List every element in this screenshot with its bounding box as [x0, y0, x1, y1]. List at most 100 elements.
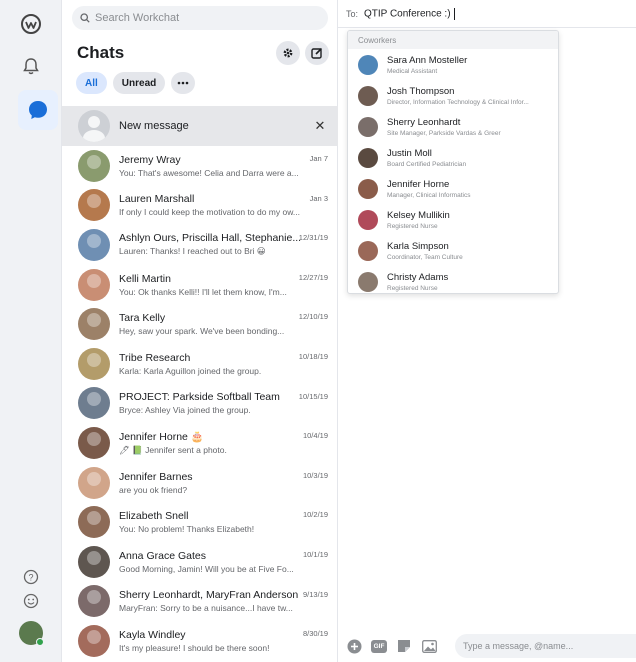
conversation-area: To: QTIP Conference :) Coworkers Sara An… [338, 0, 636, 662]
chat-preview: You: That's awesome! Celia and Darra wer… [119, 167, 299, 178]
recipient-input[interactable]: QTIP Conference :) [364, 7, 455, 20]
gif-button[interactable]: GIF [371, 638, 387, 654]
sticker-button[interactable] [396, 638, 412, 654]
chat-list-item[interactable]: Jennifer Horne 🎂 🖊 📗 Jennifer sent a phot… [62, 423, 338, 463]
gif-icon: GIF [371, 639, 387, 653]
chat-name: PROJECT: Parkside Softball Team [119, 391, 280, 404]
message-input[interactable] [463, 641, 623, 651]
chat-list-item[interactable]: Kayla Windley It's my pleasure! I should … [62, 621, 338, 661]
chat-list-item[interactable]: Sherry Leonhardt, MaryFran Anderson MaryF… [62, 582, 338, 622]
message-input-wrap[interactable] [455, 634, 636, 658]
emoji-status-icon[interactable] [20, 590, 42, 612]
avatar [358, 85, 378, 106]
recipient-bar[interactable]: To: QTIP Conference :) [338, 0, 636, 28]
coworker-role: Coordinator, Team Culture [387, 253, 463, 261]
search-bar[interactable] [72, 6, 328, 30]
chat-name: Lauren Marshall [119, 193, 195, 206]
avatar [78, 308, 110, 341]
coworker-option[interactable]: Josh Thompson Director, Information Techn… [348, 80, 558, 111]
chat-date: 10/3/19 [302, 470, 328, 480]
chat-date: 9/13/19 [302, 589, 328, 599]
chat-list-item[interactable]: PROJECT: Parkside Softball Team Bryce: As… [62, 384, 338, 424]
new-message-label: New message [119, 120, 189, 132]
chat-list-item[interactable]: Lauren Marshall If only I could keep the … [62, 186, 338, 226]
coworker-option[interactable]: Sherry Leonhardt Site Manager, Parkside V… [348, 111, 558, 142]
svg-text:?: ? [28, 573, 33, 583]
filter-all[interactable]: All [76, 72, 107, 94]
chat-name: Tara Kelly [119, 312, 166, 325]
chat-name: Kayla Windley [119, 628, 186, 641]
coworker-role: Director, Information Technology & Clini… [387, 98, 529, 106]
close-icon[interactable]: ✕ [312, 118, 328, 134]
chat-date: 12/10/19 [298, 312, 328, 322]
coworker-option[interactable]: Kelsey Mullikin Registered Nurse [348, 204, 558, 235]
chat-list-item[interactable]: Tara Kelly Hey, saw your spark. We've bee… [62, 304, 338, 344]
coworker-option[interactable]: Karla Simpson Coordinator, Team Culture [348, 235, 558, 266]
chat-name: Elizabeth Snell [119, 510, 189, 523]
photo-button[interactable] [421, 638, 437, 654]
chat-text: PROJECT: Parkside Softball Team Bryce: As… [119, 391, 304, 415]
chat-list: Jeremy Wray You: That's awesome! Celia an… [62, 146, 338, 661]
chats-nav-icon[interactable] [18, 90, 58, 130]
chat-text: Kelli Martin You: Ok thanks Kelli!! I'll … [119, 273, 304, 297]
avatar [358, 271, 378, 292]
coworker-text: Sara Ann Mosteller Medical Assistant [387, 55, 552, 75]
chat-preview: Good Morning, Jamin! Will you be at Five… [119, 563, 294, 574]
chat-date: 10/2/19 [302, 510, 328, 520]
chat-list-item[interactable]: Ashlyn Ours, Priscilla Hall, Stephanie..… [62, 225, 338, 265]
coworker-text: Josh Thompson Director, Information Techn… [387, 86, 552, 106]
chat-list-item[interactable]: Anna Grace Gates Good Morning, Jamin! Wil… [62, 542, 338, 582]
placeholder-avatar-icon [78, 110, 110, 142]
avatar [358, 147, 378, 168]
recipient-value: QTIP Conference :) [364, 8, 451, 20]
chat-date: 8/30/19 [302, 629, 328, 639]
coworker-option[interactable]: Jennifer Horne Manager, Clinical Informat… [348, 173, 558, 204]
chat-text: Ashlyn Ours, Priscilla Hall, Stephanie..… [119, 232, 304, 257]
chat-text: Lauren Marshall If only I could keep the … [119, 193, 304, 217]
chat-name: Ashlyn Ours, Priscilla Hall, Stephanie..… [119, 232, 302, 245]
panel-title: Chats [77, 43, 125, 62]
chat-name: Kelli Martin [119, 272, 171, 285]
avatar [78, 585, 110, 618]
chat-list-item[interactable]: Tribe Research Karla: Karla Aguillon join… [62, 344, 338, 384]
left-rail: ? [0, 0, 62, 662]
chat-name: Sherry Leonhardt, MaryFran Anderson [119, 589, 299, 602]
coworker-text: Karla Simpson Coordinator, Team Culture [387, 241, 552, 261]
filter-unread[interactable]: Unread [112, 72, 166, 94]
compose-icon [311, 47, 323, 59]
coworker-name: Justin Moll [387, 147, 432, 159]
coworker-role: Site Manager, Parkside Vardas & Greer [387, 129, 501, 137]
workplace-logo-icon[interactable] [15, 8, 47, 40]
new-message-button[interactable] [305, 41, 329, 65]
notifications-bell-icon[interactable] [15, 50, 47, 82]
avatar [358, 240, 378, 261]
chat-date: Jan 3 [309, 193, 328, 203]
chat-date: 10/1/19 [302, 549, 328, 559]
chat-list-item[interactable]: Jennifer Barnes are you ok friend? 10/3/19 [62, 463, 338, 503]
settings-button[interactable] [276, 41, 300, 65]
coworker-role: Board Certified Pediatrician [387, 160, 467, 168]
coworker-option[interactable]: Sara Ann Mosteller Medical Assistant [348, 49, 558, 80]
add-button[interactable] [346, 638, 362, 654]
chat-preview: Lauren: Thanks! I reached out to Bri 😀 [119, 246, 266, 257]
coworker-name: Karla Simpson [387, 240, 449, 252]
avatar [78, 387, 110, 420]
chat-list-item[interactable]: Jeremy Wray You: That's awesome! Celia an… [62, 146, 338, 186]
avatar [78, 347, 110, 380]
coworker-suggestions: Coworkers Sara Ann Mosteller Medical Assi… [347, 30, 559, 294]
new-message-row[interactable]: New message ✕ [62, 106, 338, 146]
more-filters-button[interactable] [171, 72, 196, 94]
coworker-option[interactable]: Christy Adams Registered Nurse [348, 266, 558, 293]
chat-date: 10/15/19 [298, 391, 328, 401]
chat-text: Anna Grace Gates Good Morning, Jamin! Wil… [119, 550, 304, 574]
coworker-option[interactable]: Justin Moll Board Certified Pediatrician [348, 142, 558, 173]
avatar [78, 466, 110, 499]
profile-avatar[interactable] [18, 620, 44, 646]
avatar [78, 149, 110, 182]
coworker-role: Manager, Clinical Informatics [387, 191, 471, 199]
chat-list-item[interactable]: Elizabeth Snell You: No problem! Thanks E… [62, 502, 338, 542]
search-input[interactable] [95, 12, 315, 24]
help-icon[interactable]: ? [20, 566, 42, 588]
chat-list-item[interactable]: Kelli Martin You: Ok thanks Kelli!! I'll … [62, 265, 338, 305]
avatar [78, 545, 110, 578]
